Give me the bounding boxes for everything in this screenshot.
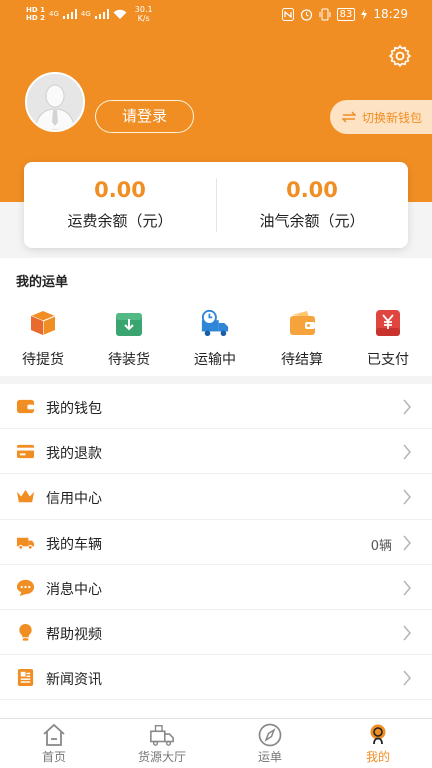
status-bar: HD 1 HD 2 4G 4G 30.1 K/s 83 18:29 (0, 0, 432, 30)
menu-item-wallet[interactable]: 我的钱包 (0, 384, 432, 430)
truck-icon (16, 537, 35, 550)
menu-item-credit[interactable]: 信用中心 (0, 474, 432, 520)
signal-icon-2 (94, 9, 109, 19)
home-icon (43, 723, 65, 746)
download-box-icon (116, 313, 142, 336)
nav-label: 货源大厅 (137, 750, 186, 764)
nav-label: 我的 (365, 750, 390, 764)
waybill-pending-settlement[interactable]: 待结算 (267, 308, 337, 369)
signal-icon (62, 9, 77, 19)
bottom-nav: 首页 货源大厅 运单 我的 (0, 718, 432, 768)
nfc-icon (281, 7, 294, 21)
waybill-pending-loading[interactable]: 待装货 (94, 308, 164, 369)
refund-icon (16, 445, 35, 459)
nav-home[interactable]: 首页 (0, 719, 108, 768)
box-icon (30, 311, 56, 335)
freight-balance[interactable]: 0.00 运费余额（元） (24, 162, 216, 248)
menu-item-help-video[interactable]: 帮助视频 (0, 610, 432, 656)
nav-label: 运单 (257, 750, 282, 764)
balance-divider (216, 178, 217, 232)
news-icon (17, 669, 34, 687)
menu-item-refund[interactable]: 我的退款 (0, 429, 432, 475)
chevron-right-icon (403, 399, 411, 415)
menu-list: 我的钱包 我的退款 信用中心 我的车辆 0辆 消息中心 帮助视频 新闻资讯 (0, 384, 432, 718)
cargo-truck-icon (150, 725, 174, 746)
speed-unit: K/s (137, 14, 150, 23)
wifi-icon (113, 9, 127, 19)
chevron-right-icon (403, 535, 411, 551)
menu-item-vehicle[interactable]: 我的车辆 0辆 (0, 520, 432, 565)
avatar[interactable] (25, 72, 85, 132)
vehicle-count: 0辆 (370, 538, 392, 554)
wallet-icon (290, 311, 315, 335)
nav-label: 首页 (41, 750, 66, 764)
hd-indicators: HD 1 HD 2 (26, 6, 45, 22)
menu-item-label: 帮助视频 (46, 626, 102, 643)
chevron-right-icon (403, 580, 411, 596)
alarm-icon (300, 8, 312, 21)
chevron-right-icon (403, 489, 411, 505)
nav-mine[interactable]: 我的 (324, 719, 432, 768)
compass-icon (258, 723, 282, 747)
hd1-indicator: HD 1 (26, 6, 45, 14)
menu-item-label: 我的钱包 (46, 401, 102, 417)
fuel-balance[interactable]: 0.00 油气余额（元） (216, 162, 408, 248)
user-placeholder-icon (27, 74, 83, 130)
waybill-paid[interactable]: 已支付 (353, 308, 423, 369)
menu-item-news[interactable]: 新闻资讯 (0, 655, 432, 701)
fuel-balance-value: 0.00 (286, 178, 338, 202)
menu-item-label: 信用中心 (46, 491, 102, 508)
switch-wallet-button[interactable]: 切换新钱包 (330, 100, 432, 134)
waybill-pending-pickup[interactable]: 待提货 (8, 308, 78, 369)
balance-card: 0.00 运费余额（元） 0.00 油气余额（元） (24, 162, 408, 248)
network-speed: 30.1 K/s (135, 5, 153, 23)
vibrate-icon (319, 8, 331, 20)
switch-wallet-label: 切换新钱包 (362, 110, 423, 125)
waybill-title: 我的运单 (16, 275, 69, 290)
waybill-section: 我的运单 待提货 待装货 运输中 待结算 已支付 (0, 258, 432, 376)
battery-indicator: 83 (336, 7, 356, 21)
crown-icon (16, 490, 35, 503)
wallet-icon (16, 399, 35, 414)
waybill-item-label: 已支付 (367, 352, 409, 368)
menu-item-label: 我的退款 (46, 446, 102, 463)
login-button[interactable]: 请登录 (95, 100, 194, 133)
fuel-balance-label: 油气余额（元） (259, 212, 365, 230)
menu-item-label: 新闻资讯 (46, 672, 102, 689)
yen-icon (376, 310, 400, 336)
lightbulb-icon (19, 623, 32, 641)
charging-icon (361, 8, 368, 20)
waybill-item-label: 待结算 (281, 352, 323, 368)
menu-item-messages[interactable]: 消息中心 (0, 565, 432, 610)
menu-item-label: 消息中心 (46, 581, 102, 598)
chat-icon (16, 579, 35, 596)
nav-cargo-hall[interactable]: 货源大厅 (108, 719, 216, 768)
nav-waybill[interactable]: 运单 (216, 719, 324, 768)
truck-clock-icon (201, 309, 229, 337)
waybill-item-label: 运输中 (194, 352, 236, 368)
swap-icon (342, 111, 356, 123)
profile-icon (370, 724, 386, 745)
chevron-right-icon (403, 625, 411, 641)
chevron-right-icon (403, 444, 411, 460)
freight-balance-label: 运费余额（元） (67, 212, 173, 230)
net1-indicator: 4G (48, 10, 59, 18)
waybill-item-label: 待装货 (108, 352, 150, 368)
hd2-indicator: HD 2 (26, 14, 45, 22)
speed-value: 30.1 (134, 5, 153, 14)
gear-icon[interactable] (388, 44, 412, 68)
clock: 18:29 (373, 7, 408, 21)
chevron-right-icon (403, 670, 411, 686)
freight-balance-value: 0.00 (94, 178, 146, 202)
waybill-in-transit[interactable]: 运输中 (180, 308, 250, 369)
menu-item-label: 我的车辆 (46, 536, 102, 553)
waybill-item-label: 待提货 (22, 352, 64, 368)
net2-indicator: 4G (80, 10, 91, 18)
